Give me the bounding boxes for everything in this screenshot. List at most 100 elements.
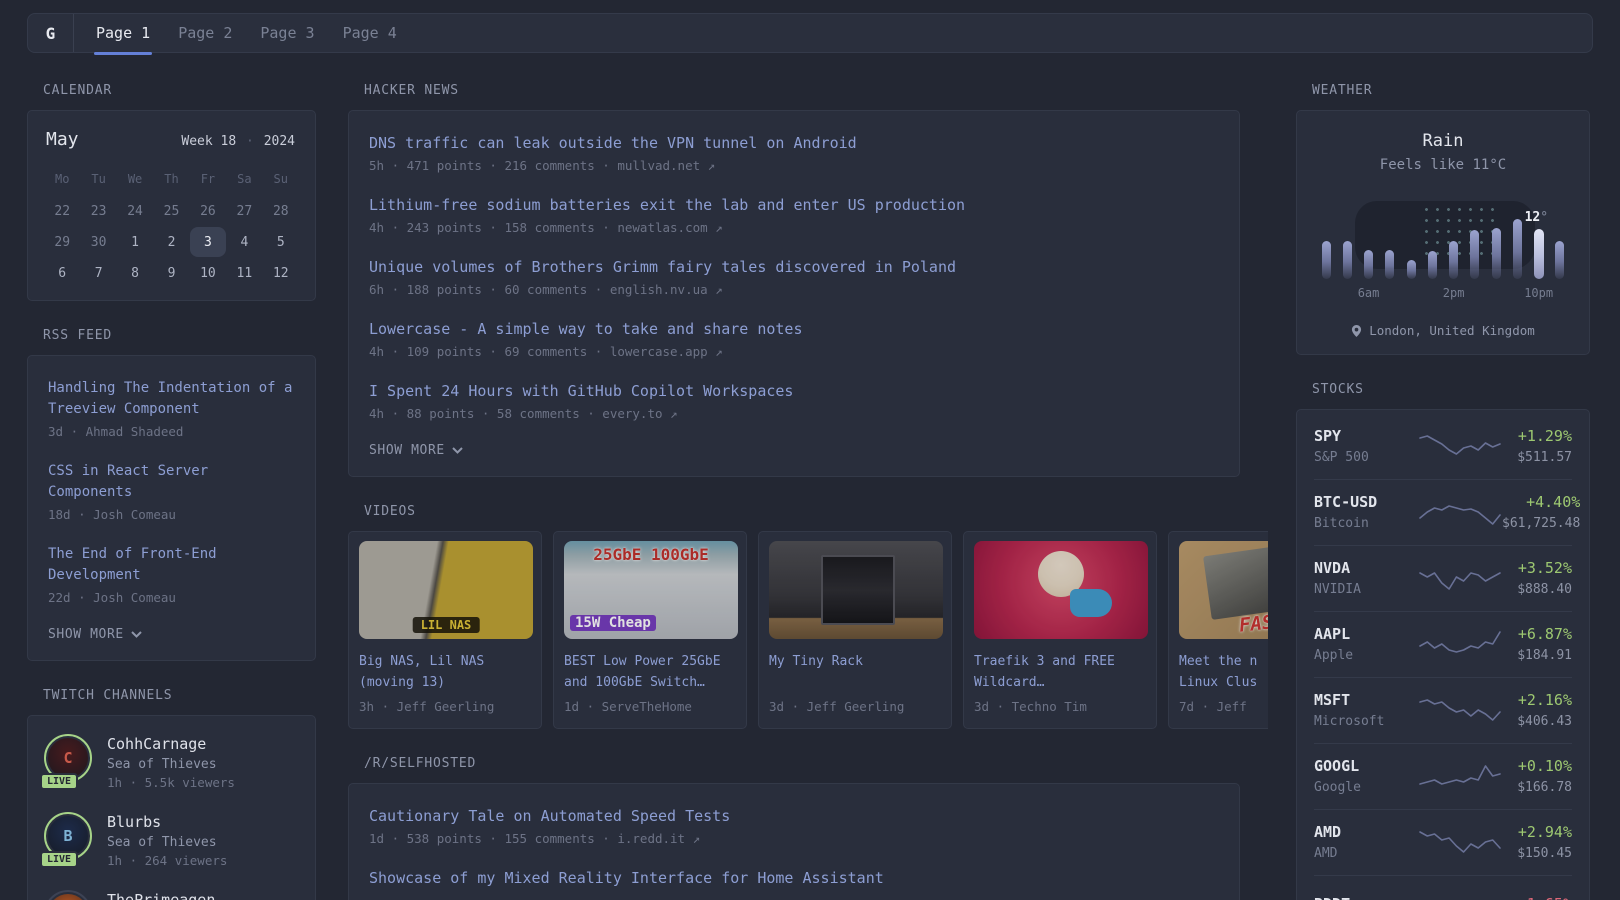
hackernews-link[interactable]: Unique volumes of Brothers Grimm fairy t… [369, 257, 1219, 278]
video-card: LIL NAS Big NAS, Lil NAS (moving 13) 3h · J… [348, 531, 542, 729]
calendar-weekday-row: Mo Tu We Th Fr Sa Su [44, 164, 299, 194]
stock-price: $184.91 [1517, 648, 1572, 663]
video-title-line[interactable]: Wildcard… [974, 672, 1146, 693]
video-title-line[interactable]: Big NAS, Lil NAS [359, 651, 531, 672]
stock-id: SPY S&P 500 [1314, 427, 1418, 465]
calendar-day[interactable]: 22 [44, 196, 80, 226]
stock-symbol[interactable]: GOOGL [1314, 757, 1418, 775]
rss-link[interactable]: Handling The Indentation of a Treeview C… [48, 378, 295, 420]
stock-row: NVDA NVIDIA +3.52% $888.40 [1314, 545, 1572, 611]
stock-row: AMD AMD +2.94% $150.45 [1314, 809, 1572, 875]
nav-tab-page-4[interactable]: Page 4 [341, 14, 399, 52]
calendar-day[interactable]: 7 [80, 258, 116, 288]
stock-symbol[interactable]: RDDT [1314, 895, 1418, 900]
columns: CALENDAR May Week 18 · 2024 Mo Tu We Th Fr Sa… [27, 83, 1620, 900]
channel-info: CohhCarnage Sea of Thieves 1h · 5.5k viewe… [107, 734, 235, 790]
video-thumbnail[interactable] [974, 541, 1148, 639]
channel-avatar[interactable]: B LIVE [40, 812, 92, 868]
hackernews-link[interactable]: DNS traffic can leak outside the VPN tun… [369, 133, 1219, 154]
weather-bar [1427, 251, 1437, 279]
channel-avatar[interactable]: C LIVE [40, 734, 92, 790]
stock-change: +4.40% [1526, 493, 1581, 511]
stock-symbol[interactable]: AAPL [1314, 625, 1418, 643]
video-title-line[interactable]: My Tiny Rack [769, 651, 941, 672]
calendar-day[interactable]: 3 [189, 227, 227, 257]
video-thumbnail[interactable]: FAS [1179, 541, 1268, 639]
weekday-label: We [127, 172, 143, 186]
calendar-day[interactable]: 12 [263, 258, 299, 288]
stocks-title: STOCKS [1312, 382, 1364, 397]
stock-symbol[interactable]: MSFT [1314, 691, 1418, 709]
channel-game[interactable]: Sea of Thieves [107, 757, 235, 772]
video-title-line[interactable]: BEST Low Power 25GbE [564, 651, 736, 672]
time-label: 6am [1357, 286, 1380, 300]
hackernews-link[interactable]: I Spent 24 Hours with GitHub Copilot Wor… [369, 381, 1219, 402]
hackernews-show-more-button[interactable]: SHOW MORE [369, 443, 1219, 458]
current-temp-label: 12° [1524, 210, 1549, 225]
hackernews-item: Lowercase - A simple way to take and sha… [369, 319, 1219, 359]
calendar-day[interactable]: 5 [263, 227, 299, 257]
rss-item: The End of Front-End Development 22d · Jo… [48, 544, 295, 605]
show-more-label: SHOW MORE [369, 443, 445, 458]
hackernews-link[interactable]: Lowercase - A simple way to take and sha… [369, 319, 1219, 340]
video-thumbnail[interactable]: LIL NAS [359, 541, 533, 639]
stock-values: +2.94% $150.45 [1517, 823, 1572, 861]
stock-name: Bitcoin [1314, 516, 1369, 531]
twitch-channel-row: B LIVE Blurbs Sea of Thieves 1h · 264 viewer… [40, 812, 299, 868]
video-title-line[interactable]: Linux Clus [1179, 672, 1268, 693]
calendar-day[interactable]: 29 [44, 227, 80, 257]
video-title-line[interactable]: Traefik 3 and FREE [974, 651, 1146, 672]
calendar-day[interactable]: 26 [190, 196, 226, 226]
stock-symbol[interactable]: BTC-USD [1314, 493, 1418, 511]
app-logo[interactable]: G [28, 14, 73, 52]
calendar-day[interactable]: 28 [263, 196, 299, 226]
weather-bar [1406, 260, 1416, 279]
channel-name[interactable]: ThePrimeagen [107, 890, 215, 900]
weather-bar [1470, 230, 1480, 279]
video-title-line[interactable]: and 100GbE Switch… [564, 672, 736, 693]
rss-show-more-button[interactable]: SHOW MORE [48, 627, 295, 642]
calendar-header: May Week 18 · 2024 [44, 127, 299, 150]
calendar-day[interactable]: 25 [153, 196, 189, 226]
calendar-day[interactable]: 6 [44, 258, 80, 288]
weekday-label: Sa [237, 172, 252, 186]
stock-values: +4.40% $61,725.48 [1502, 493, 1580, 531]
rss-link[interactable]: The End of Front-End Development [48, 544, 295, 586]
calendar-day[interactable]: 30 [80, 227, 116, 257]
channel-game[interactable]: Sea of Thieves [107, 835, 227, 850]
hackernews-item: DNS traffic can leak outside the VPN tun… [369, 133, 1219, 173]
video-thumbnail[interactable] [769, 541, 943, 639]
nav-tab-page-2[interactable]: Page 2 [176, 14, 234, 52]
calendar-day[interactable]: 11 [226, 258, 262, 288]
top-nav: G Page 1 Page 2 Page 3 Page 4 [27, 13, 1593, 55]
weather-bar-column [1406, 260, 1416, 279]
calendar-day[interactable]: 8 [117, 258, 153, 288]
stock-symbol[interactable]: SPY [1314, 427, 1418, 445]
calendar-day[interactable]: 23 [80, 196, 116, 226]
channel-avatar[interactable] [44, 890, 92, 900]
hackernews-link[interactable]: Lithium-free sodium batteries exit the l… [369, 195, 1219, 216]
weekday-label: Fr [200, 172, 216, 186]
reddit-link[interactable]: Showcase of my Mixed Reality Interface f… [369, 868, 1219, 889]
calendar-day[interactable]: 2 [153, 227, 189, 257]
video-thumbnail[interactable]: 25GbE 100GbE 15W Cheap [564, 541, 738, 639]
rain-dots-pattern [1421, 204, 1497, 256]
video-title-line[interactable]: (moving 13) [359, 672, 531, 693]
nav-tab-page-3[interactable]: Page 3 [258, 14, 316, 52]
stock-symbol[interactable]: AMD [1314, 823, 1418, 841]
calendar-day[interactable]: 27 [226, 196, 262, 226]
calendar-day[interactable]: 24 [117, 196, 153, 226]
calendar-day[interactable]: 1 [117, 227, 153, 257]
calendar-day[interactable]: 4 [226, 227, 262, 257]
nav-tab-page-1[interactable]: Page 1 [94, 14, 153, 55]
channel-name[interactable]: Blurbs [107, 812, 227, 832]
calendar-day[interactable]: 9 [153, 258, 189, 288]
calendar-week-number: 18 [220, 134, 237, 149]
rss-link[interactable]: CSS in React Server Components [48, 461, 295, 503]
stock-symbol[interactable]: NVDA [1314, 559, 1418, 577]
weather-bar-column [1470, 230, 1480, 279]
calendar-day[interactable]: 10 [190, 258, 226, 288]
channel-name[interactable]: CohhCarnage [107, 734, 235, 754]
reddit-link[interactable]: Cautionary Tale on Automated Speed Tests [369, 806, 1219, 827]
video-title-line[interactable]: Meet the n [1179, 651, 1268, 672]
